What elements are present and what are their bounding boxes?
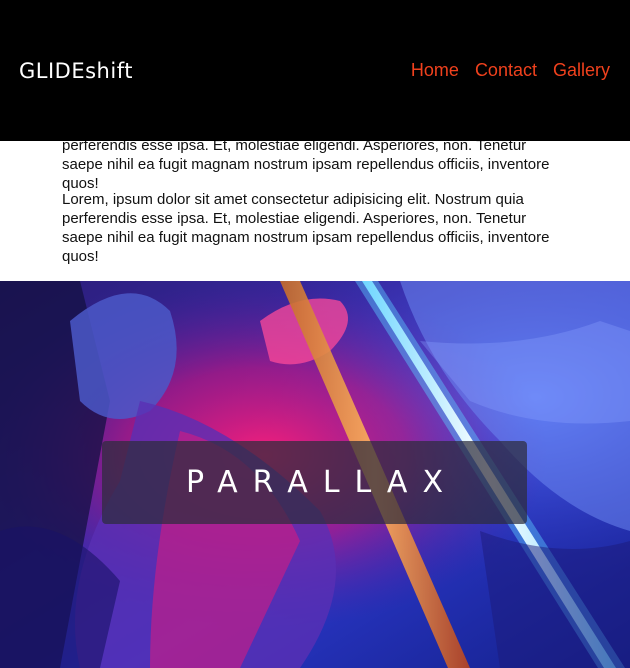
page: Lorem, ipsum dolor sit amet consectetur … <box>0 0 630 668</box>
parallax-hero: PARALLAX <box>0 281 630 668</box>
main-nav: Home Contact Gallery <box>411 58 610 82</box>
nav-link-gallery[interactable]: Gallery <box>553 58 610 82</box>
site-header: GLIDEshift Home Contact Gallery <box>0 0 630 141</box>
site-logo[interactable]: GLIDEshift <box>19 58 133 84</box>
nav-link-contact[interactable]: Contact <box>475 58 537 82</box>
paragraph: Lorem, ipsum dolor sit amet consectetur … <box>62 191 550 265</box>
nav-link-home[interactable]: Home <box>411 58 459 82</box>
hero-caption-text: PARALLAX <box>185 465 459 500</box>
hero-caption-box: PARALLAX <box>102 441 527 524</box>
